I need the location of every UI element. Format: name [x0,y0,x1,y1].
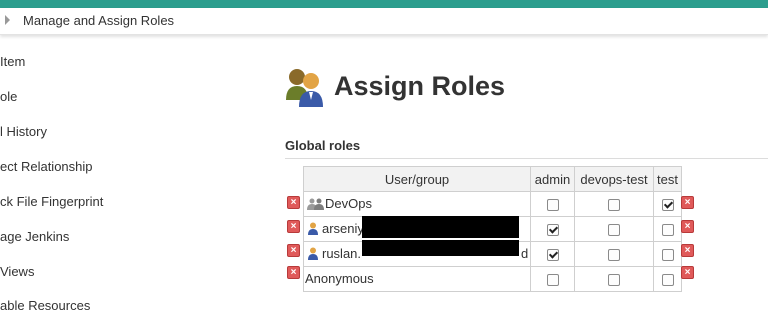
devops-test-cell [574,266,654,292]
test-checkbox[interactable] [661,249,674,262]
devops-test-cell [574,241,654,267]
test-cell [653,266,682,292]
test-checkbox[interactable] [661,274,674,287]
column-header-user-group: User/group [303,166,531,192]
devops-test-checkbox[interactable] [608,274,620,287]
column-header-admin: admin [530,166,575,192]
user-name: arseniy [322,221,364,236]
table-header-row: User/group admin devops-test test [303,166,682,192]
devops-test-cell [574,216,654,242]
admin-checkbox[interactable] [546,199,559,212]
test-checkbox[interactable] [661,199,674,212]
sidebar-item-build-history[interactable]: l History [0,124,47,148]
delete-row-icon[interactable]: × [287,196,300,209]
sidebar-item-check-file-fingerprint[interactable]: ck File Fingerprint [0,194,103,218]
user-name-suffix: d [521,246,529,261]
page-title: Assign Roles [334,71,506,101]
delete-row-icon[interactable]: × [681,244,694,257]
sidebar-item-role[interactable]: ole [0,89,17,113]
sidebar-item-my-views[interactable]: Views [0,264,34,288]
devops-test-cell [574,191,654,217]
assign-roles-icon [286,69,323,107]
delete-row-icon[interactable]: × [287,244,300,257]
breadcrumb-arrow-icon[interactable] [5,15,10,25]
redaction-block [362,240,519,256]
devops-test-checkbox[interactable] [608,249,620,262]
sidebar-item-manage-jenkins[interactable]: age Jenkins [0,229,69,253]
table-row: DevOps [303,191,682,217]
user-name: Anonymous [305,271,374,286]
admin-checkbox[interactable] [546,274,559,287]
top-accent-bar [0,0,768,8]
test-cell [653,191,682,217]
devops-test-checkbox[interactable] [608,199,620,212]
table-row: Anonymous [303,266,682,292]
test-cell [653,241,682,267]
test-cell [653,216,682,242]
admin-cell [530,216,575,242]
admin-cell [530,191,575,217]
redaction-block [362,216,519,238]
user-icon [308,247,318,260]
test-checkbox[interactable] [661,224,674,237]
user-name: DevOps [325,196,372,211]
column-header-test: test [653,166,682,192]
sidebar-item-project-relationship[interactable]: ect Relationship [0,159,93,183]
sidebar-item-new-item[interactable]: Item [0,54,25,78]
breadcrumb-item[interactable]: Manage and Assign Roles [23,13,174,28]
devops-test-checkbox[interactable] [608,224,620,237]
user-name: ruslan. [322,246,362,261]
delete-row-icon[interactable]: × [681,196,694,209]
section-heading: Global roles [285,138,361,153]
delete-row-icon[interactable]: × [287,266,300,279]
user-cell: DevOps [303,191,531,217]
delete-row-icon[interactable]: × [681,220,694,233]
admin-cell [530,241,575,267]
section-divider [285,158,768,159]
delete-row-icon[interactable]: × [287,220,300,233]
admin-checkbox[interactable] [546,249,559,262]
user-cell: Anonymous [303,266,531,292]
admin-checkbox[interactable] [546,224,559,237]
breadcrumb: Manage and Assign Roles [0,8,768,35]
group-icon [307,198,324,210]
admin-cell [530,266,575,292]
column-header-devops-test: devops-test [574,166,654,192]
sidebar-item-lockable-resources[interactable]: able Resources [0,298,90,322]
user-icon [308,222,318,235]
delete-row-icon[interactable]: × [681,266,694,279]
